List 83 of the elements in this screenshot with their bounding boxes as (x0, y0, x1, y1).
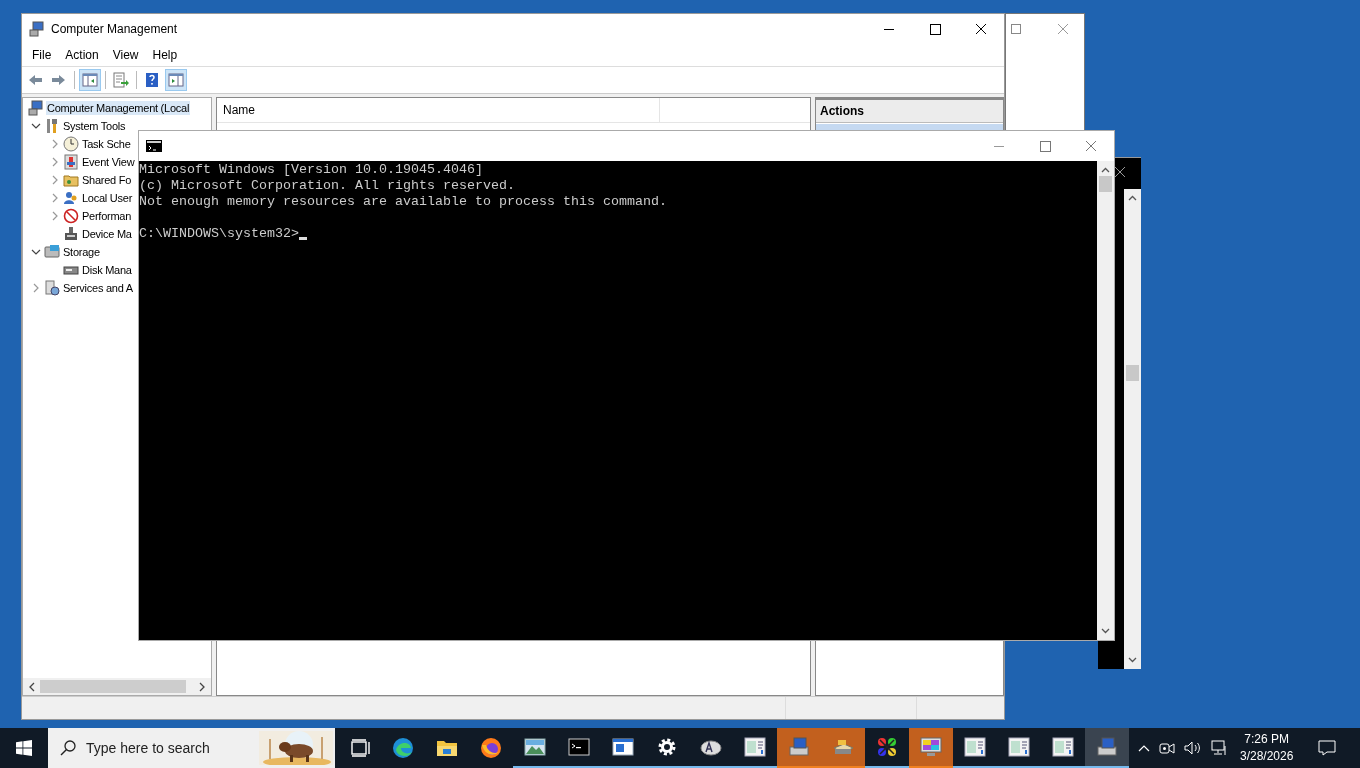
colorful-icon (876, 736, 898, 758)
scroll-up-icon[interactable] (1128, 195, 1137, 201)
tree-item[interactable]: Task Sche (81, 137, 132, 151)
console-line: Not enough memory resources are available to process this command. (139, 194, 668, 210)
column-header[interactable]: Name (217, 98, 660, 122)
monitor-icon (920, 736, 942, 758)
export-icon (113, 72, 129, 88)
scroll-thumb[interactable] (1126, 365, 1139, 381)
search-bar[interactable]: Type here to search (48, 728, 335, 768)
terminal-icon (568, 736, 590, 758)
help-icon (144, 72, 160, 88)
console-prompt: C:\WINDOWS\system32> (139, 226, 299, 242)
scroll-down-icon[interactable] (1128, 657, 1137, 663)
window-title: Computer Management (51, 22, 178, 36)
tree-item[interactable]: Computer Management (Local (46, 101, 191, 115)
task-view-icon (348, 737, 370, 759)
network-icon[interactable] (1211, 740, 1227, 756)
no-sign-icon (63, 208, 79, 224)
scroll-thumb[interactable] (40, 680, 186, 693)
scroll-left-icon[interactable] (28, 681, 36, 692)
panel-button[interactable] (79, 69, 101, 91)
scrollbar[interactable] (1124, 189, 1141, 669)
export-button[interactable] (110, 69, 132, 91)
tree-item[interactable]: Local User (81, 191, 134, 205)
window-icon (744, 736, 766, 758)
notification-icon[interactable] (1318, 740, 1337, 756)
console-line: Microsoft Windows [Version 10.0.19045.4046] (139, 162, 484, 178)
terminal-icon (146, 140, 162, 152)
clock-button[interactable]: 7:26 PM 3/28/2026 (1236, 731, 1298, 765)
panel-button[interactable] (165, 69, 187, 91)
speaker-icon[interactable] (1184, 740, 1202, 756)
scroll-up-icon[interactable] (1101, 167, 1110, 173)
computer-icon (1096, 736, 1118, 758)
tools-icon (44, 118, 60, 134)
storage-icon (44, 244, 60, 260)
tree-item[interactable]: Disk Mana (81, 263, 133, 277)
panel-icon (82, 72, 98, 88)
scroll-thumb[interactable] (1099, 176, 1112, 192)
log-icon (63, 154, 79, 170)
panel-icon (168, 72, 184, 88)
back-arrow-icon (27, 72, 43, 88)
tree-item[interactable]: Performan (81, 209, 133, 223)
clock-icon (63, 136, 79, 152)
window-icon (1008, 736, 1030, 758)
windows-logo-icon (16, 740, 32, 756)
tree-item[interactable]: Shared Fo (81, 173, 133, 187)
panel-header: Actions (816, 98, 1003, 123)
menu-item[interactable]: View (105, 48, 146, 62)
browser-icon (392, 737, 414, 759)
scrollbar[interactable] (23, 678, 211, 695)
window-icon (964, 736, 986, 758)
services-icon (44, 280, 60, 296)
scroll-down-icon[interactable] (1101, 628, 1110, 634)
search-icon (60, 740, 76, 756)
computer-icon (29, 21, 45, 37)
forward-arrow-icon (51, 72, 67, 88)
menu-item[interactable]: Action (58, 48, 106, 62)
gear-icon (656, 736, 678, 758)
menu-item[interactable]: File (25, 48, 59, 62)
console-line: (c) Microsoft Corporation. All rights reserved. (139, 178, 516, 194)
text-cursor (298, 237, 307, 240)
photo-icon (524, 736, 546, 758)
chevron-up-icon[interactable] (1138, 744, 1150, 752)
tree-item[interactable]: Storage (62, 245, 101, 259)
folder-icon (63, 172, 79, 188)
computer-icon (28, 100, 44, 116)
tree-item[interactable]: Event View (81, 155, 136, 169)
computer-icon (788, 736, 810, 758)
taskbar-app-button[interactable] (1085, 728, 1129, 768)
menu-item[interactable]: Help (145, 48, 185, 62)
camera-icon[interactable] (1159, 740, 1175, 756)
device-icon (63, 226, 79, 242)
scroll-right-icon[interactable] (198, 681, 206, 692)
users-icon (63, 190, 79, 206)
tree-item[interactable]: Device Ma (81, 227, 133, 241)
scrollbar[interactable] (1097, 161, 1114, 640)
browser-icon (480, 737, 502, 759)
close-icon[interactable] (1114, 166, 1126, 178)
search-field[interactable]: Type here to search (86, 733, 236, 763)
window-icon (1052, 736, 1074, 758)
window-icon (612, 736, 634, 758)
tree-item[interactable]: System Tools (62, 119, 127, 133)
tree-item[interactable]: Services and A (62, 281, 134, 295)
